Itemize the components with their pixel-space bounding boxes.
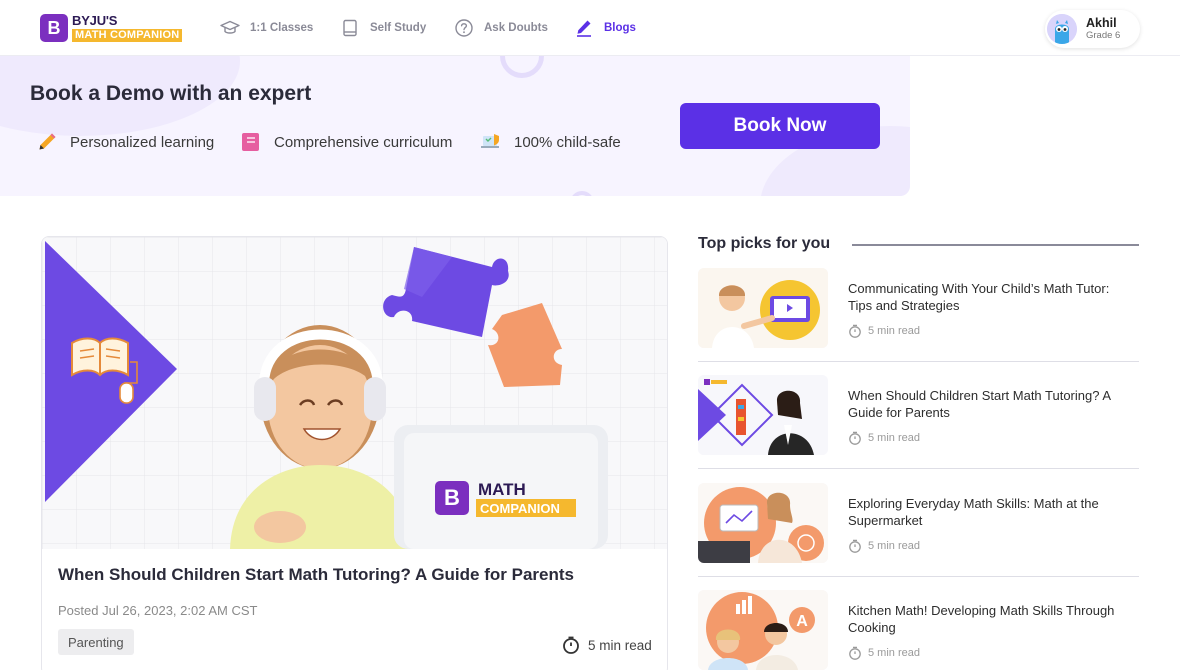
profile-chip[interactable]: Akhil Grade 6 [1045, 10, 1140, 48]
pencil-icon [39, 133, 56, 150]
divider [698, 576, 1139, 577]
stopwatch-icon [849, 324, 861, 338]
thumbnail-illustration [698, 268, 828, 348]
featured-title[interactable]: When Should Children Start Math Tutoring… [58, 565, 574, 585]
thumbnail-illustration [698, 375, 828, 455]
hero-logo-line2: COMPANION [480, 501, 560, 516]
top-pick-item[interactable]: A Kitchen Math! Developing Math Skills T… [698, 590, 1139, 670]
profile-grade: Grade 6 [1086, 29, 1121, 41]
divider [698, 468, 1139, 469]
brand-logo-text: BYJU'S MATH COMPANION [72, 13, 183, 42]
divider [852, 244, 1139, 246]
read-time-label: 5 min read [868, 540, 920, 552]
profile-name: Akhil [1086, 16, 1117, 31]
avatar [1047, 14, 1077, 44]
question-bubble-icon [455, 19, 473, 37]
stopwatch-icon [849, 431, 861, 445]
banner-title: Book a Demo with an expert [30, 82, 312, 105]
svg-text:A: A [796, 613, 808, 630]
pick-thumbnail: A [698, 590, 828, 670]
top-nav: B BYJU'S MATH COMPANION 1:1 Classes Self… [0, 0, 1180, 56]
notebook-icon [242, 133, 259, 151]
thumbnail-illustration [698, 483, 828, 563]
stopwatch-icon [849, 539, 861, 553]
feature-label: 100% child-safe [514, 133, 621, 151]
pick-title[interactable]: When Should Children Start Math Tutoring… [848, 387, 1133, 421]
top-pick-item[interactable]: Exploring Everyday Math Skills: Math at … [698, 483, 1139, 591]
nav-item-classes[interactable]: 1:1 Classes [220, 17, 313, 39]
book-now-button[interactable]: Book Now [680, 103, 880, 149]
read-time-label: 5 min read [868, 647, 920, 659]
stopwatch-icon [849, 646, 861, 660]
laptop-shield-icon [481, 134, 499, 148]
pick-title[interactable]: Exploring Everyday Math Skills: Math at … [848, 495, 1133, 529]
brand-logo-mark: B [40, 14, 68, 42]
pick-thumbnail [698, 483, 828, 563]
brand-name: BYJU'S [72, 13, 118, 28]
top-pick-item[interactable]: Communicating With Your Child’s Math Tut… [698, 268, 1139, 376]
category-tag[interactable]: Parenting [58, 629, 134, 655]
hero-logo-line1: MATH [478, 480, 526, 499]
pencil-icon [577, 20, 591, 37]
graduation-cap-icon [220, 20, 240, 34]
demo-banner: Book a Demo with an expert Personalized … [0, 56, 910, 196]
nav-label: Ask Doubts [484, 22, 548, 34]
top-pick-item[interactable]: When Should Children Start Math Tutoring… [698, 375, 1139, 483]
read-time-label: 5 min read [588, 637, 652, 653]
pick-read-time: 5 min read [848, 430, 920, 446]
nav-item-self-study[interactable]: Self Study [340, 17, 426, 39]
read-time-label: 5 min read [868, 432, 920, 444]
decorative-ring [500, 56, 544, 78]
feature-curriculum: Comprehensive curriculum [240, 132, 452, 152]
decorative-ring [570, 191, 594, 196]
brand-logo[interactable]: B BYJU'S MATH COMPANION [40, 13, 183, 43]
nav-label: 1:1 Classes [250, 22, 314, 34]
feature-label: Personalized learning [70, 133, 215, 151]
nav-item-blogs[interactable]: Blogs [574, 17, 636, 39]
nav-label: Blogs [604, 22, 636, 34]
featured-posted-date: Posted Jul 26, 2023, 2:02 AM CST [58, 603, 258, 618]
featured-hero-image[interactable]: B MATH COMPANION [42, 237, 667, 549]
featured-read-time: 5 min read [562, 635, 652, 655]
pick-title[interactable]: Kitchen Math! Developing Math Skills Thr… [848, 602, 1133, 636]
pick-read-time: 5 min read [848, 538, 920, 554]
stopwatch-icon [563, 636, 579, 654]
read-time-label: 5 min read [868, 325, 920, 337]
top-picks-heading: Top picks for you [698, 235, 831, 252]
brand-product: MATH COMPANION [72, 29, 183, 42]
hero-illustration: B MATH COMPANION [42, 237, 667, 549]
feature-child-safe: 100% child-safe [480, 132, 621, 152]
book-icon [343, 19, 357, 37]
nav-label: Self Study [370, 22, 427, 34]
pick-title[interactable]: Communicating With Your Child’s Math Tut… [848, 280, 1133, 314]
avatar-monster-icon [1047, 14, 1077, 44]
pick-read-time: 5 min read [848, 645, 920, 661]
feature-personalized: Personalized learning [36, 132, 214, 152]
feature-label: Comprehensive curriculum [274, 133, 453, 151]
thumbnail-illustration: A [698, 590, 828, 670]
pick-thumbnail [698, 375, 828, 455]
pick-read-time: 5 min read [848, 323, 920, 339]
nav-item-ask-doubts[interactable]: Ask Doubts [454, 17, 548, 39]
divider [698, 361, 1139, 362]
pick-thumbnail [698, 268, 828, 348]
featured-blog-card[interactable]: B MATH COMPANION When Should Children St… [41, 236, 668, 670]
hero-logo-initial: B [444, 485, 460, 510]
